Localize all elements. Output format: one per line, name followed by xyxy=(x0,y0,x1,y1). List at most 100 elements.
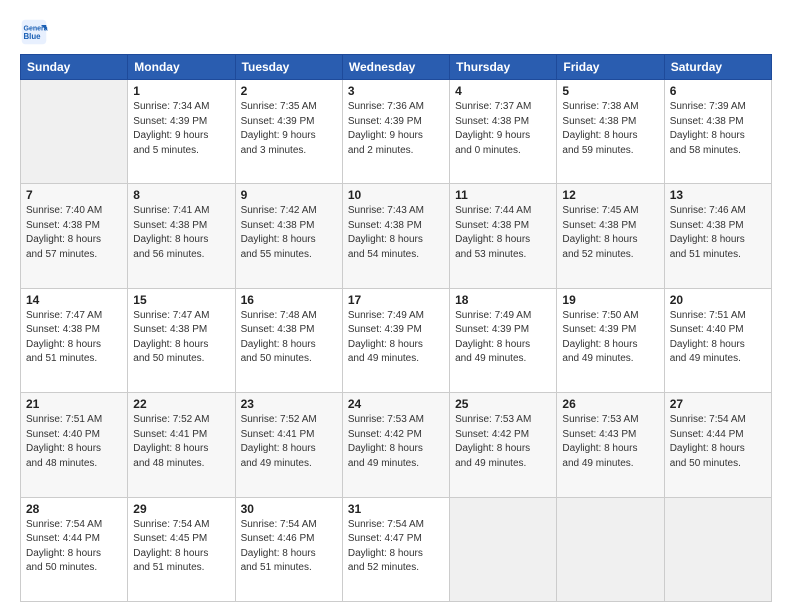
calendar-week-0: 1Sunrise: 7:34 AM Sunset: 4:39 PM Daylig… xyxy=(21,80,772,184)
day-number: 16 xyxy=(241,293,337,307)
calendar-cell: 8Sunrise: 7:41 AM Sunset: 4:38 PM Daylig… xyxy=(128,184,235,288)
calendar-table: SundayMondayTuesdayWednesdayThursdayFrid… xyxy=(20,54,772,602)
calendar-cell: 5 Sunrise: 7:38 AM Sunset: 4:38 PM Daylig… xyxy=(557,80,664,184)
day-info: Sunrise: 7:54 AM Sunset: 4:47 PM Dayligh… xyxy=(348,518,444,576)
weekday-header-thursday: Thursday xyxy=(450,55,557,80)
day-info: Sunrise: 7:51 AM Sunset: 4:40 PM Dayligh… xyxy=(670,309,766,367)
day-info: Sunrise: 7:41 AM Sunset: 4:38 PM Dayligh… xyxy=(133,204,229,262)
day-number: 9 xyxy=(241,188,337,202)
calendar-cell: 4 Sunrise: 7:37 AM Sunset: 4:38 PM Daylig… xyxy=(450,80,557,184)
day-number: 5 xyxy=(562,84,658,98)
weekday-header-sunday: Sunday xyxy=(21,55,128,80)
weekday-header-monday: Monday xyxy=(128,55,235,80)
day-info: Sunrise: 7:47 AM Sunset: 4:38 PM Dayligh… xyxy=(26,309,122,367)
weekday-header-saturday: Saturday xyxy=(664,55,771,80)
calendar-cell: 27Sunrise: 7:54 AM Sunset: 4:44 PM Dayli… xyxy=(664,393,771,497)
calendar-cell: 29 Sunrise: 7:54 AM Sunset: 4:45 PM Dayli… xyxy=(128,497,235,601)
day-info: Sunrise: 7:36 AM Sunset: 4:39 PM Dayligh… xyxy=(348,100,444,158)
calendar-cell: 26 Sunrise: 7:53 AM Sunset: 4:43 PM Dayli… xyxy=(557,393,664,497)
calendar-cell: 7 Sunrise: 7:40 AM Sunset: 4:38 PM Daylig… xyxy=(21,184,128,288)
calendar-cell: 20Sunrise: 7:51 AM Sunset: 4:40 PM Dayli… xyxy=(664,288,771,392)
day-number: 17 xyxy=(348,293,444,307)
day-info: Sunrise: 7:46 AM Sunset: 4:38 PM Dayligh… xyxy=(670,204,766,262)
day-number: 27 xyxy=(670,397,766,411)
calendar-week-4: 28Sunrise: 7:54 AM Sunset: 4:44 PM Dayli… xyxy=(21,497,772,601)
calendar-cell: 31Sunrise: 7:54 AM Sunset: 4:47 PM Dayli… xyxy=(342,497,449,601)
calendar-cell: 12Sunrise: 7:45 AM Sunset: 4:38 PM Dayli… xyxy=(557,184,664,288)
svg-text:Blue: Blue xyxy=(24,32,42,41)
day-number: 22 xyxy=(133,397,229,411)
day-info: Sunrise: 7:37 AM Sunset: 4:38 PM Dayligh… xyxy=(455,100,551,158)
day-number: 3 xyxy=(348,84,444,98)
logo-icon: General Blue xyxy=(20,18,48,46)
day-number: 26 xyxy=(562,397,658,411)
day-number: 15 xyxy=(133,293,229,307)
calendar-cell xyxy=(664,497,771,601)
logo: General Blue xyxy=(20,18,52,46)
calendar-week-1: 7 Sunrise: 7:40 AM Sunset: 4:38 PM Daylig… xyxy=(21,184,772,288)
calendar-cell: 18Sunrise: 7:49 AM Sunset: 4:39 PM Dayli… xyxy=(450,288,557,392)
weekday-header-friday: Friday xyxy=(557,55,664,80)
day-number: 1 xyxy=(133,84,229,98)
day-info: Sunrise: 7:54 AM Sunset: 4:45 PM Dayligh… xyxy=(133,518,229,576)
calendar-cell: 1Sunrise: 7:34 AM Sunset: 4:39 PM Daylig… xyxy=(128,80,235,184)
calendar-cell: 22 Sunrise: 7:52 AM Sunset: 4:41 PM Dayli… xyxy=(128,393,235,497)
day-number: 18 xyxy=(455,293,551,307)
calendar-header: SundayMondayTuesdayWednesdayThursdayFrid… xyxy=(21,55,772,80)
day-number: 30 xyxy=(241,502,337,516)
calendar-cell: 9 Sunrise: 7:42 AM Sunset: 4:38 PM Daylig… xyxy=(235,184,342,288)
day-number: 25 xyxy=(455,397,551,411)
calendar-cell xyxy=(21,80,128,184)
calendar-cell: 11 Sunrise: 7:44 AM Sunset: 4:38 PM Dayli… xyxy=(450,184,557,288)
calendar-cell: 30 Sunrise: 7:54 AM Sunset: 4:46 PM Dayli… xyxy=(235,497,342,601)
day-number: 11 xyxy=(455,188,551,202)
calendar-cell xyxy=(450,497,557,601)
calendar-cell: 21 Sunrise: 7:51 AM Sunset: 4:40 PM Dayli… xyxy=(21,393,128,497)
day-info: Sunrise: 7:44 AM Sunset: 4:38 PM Dayligh… xyxy=(455,204,551,262)
day-info: Sunrise: 7:47 AM Sunset: 4:38 PM Dayligh… xyxy=(133,309,229,367)
calendar-cell: 10Sunrise: 7:43 AM Sunset: 4:38 PM Dayli… xyxy=(342,184,449,288)
day-info: Sunrise: 7:49 AM Sunset: 4:39 PM Dayligh… xyxy=(348,309,444,367)
day-number: 13 xyxy=(670,188,766,202)
day-info: Sunrise: 7:53 AM Sunset: 4:42 PM Dayligh… xyxy=(455,413,551,471)
weekday-header-wednesday: Wednesday xyxy=(342,55,449,80)
day-number: 2 xyxy=(241,84,337,98)
day-number: 4 xyxy=(455,84,551,98)
day-info: Sunrise: 7:52 AM Sunset: 4:41 PM Dayligh… xyxy=(241,413,337,471)
day-number: 29 xyxy=(133,502,229,516)
calendar-cell: 15 Sunrise: 7:47 AM Sunset: 4:38 PM Dayli… xyxy=(128,288,235,392)
calendar-cell: 16 Sunrise: 7:48 AM Sunset: 4:38 PM Dayli… xyxy=(235,288,342,392)
calendar-cell: 25 Sunrise: 7:53 AM Sunset: 4:42 PM Dayli… xyxy=(450,393,557,497)
day-info: Sunrise: 7:53 AM Sunset: 4:42 PM Dayligh… xyxy=(348,413,444,471)
day-info: Sunrise: 7:53 AM Sunset: 4:43 PM Dayligh… xyxy=(562,413,658,471)
weekday-header-tuesday: Tuesday xyxy=(235,55,342,80)
calendar-cell: 14Sunrise: 7:47 AM Sunset: 4:38 PM Dayli… xyxy=(21,288,128,392)
day-info: Sunrise: 7:52 AM Sunset: 4:41 PM Dayligh… xyxy=(133,413,229,471)
calendar-body: 1Sunrise: 7:34 AM Sunset: 4:39 PM Daylig… xyxy=(21,80,772,602)
day-info: Sunrise: 7:42 AM Sunset: 4:38 PM Dayligh… xyxy=(241,204,337,262)
calendar-cell: 3 Sunrise: 7:36 AM Sunset: 4:39 PM Daylig… xyxy=(342,80,449,184)
day-info: Sunrise: 7:48 AM Sunset: 4:38 PM Dayligh… xyxy=(241,309,337,367)
calendar-cell: 17 Sunrise: 7:49 AM Sunset: 4:39 PM Dayli… xyxy=(342,288,449,392)
day-info: Sunrise: 7:51 AM Sunset: 4:40 PM Dayligh… xyxy=(26,413,122,471)
day-number: 21 xyxy=(26,397,122,411)
day-number: 12 xyxy=(562,188,658,202)
calendar-cell: 24 Sunrise: 7:53 AM Sunset: 4:42 PM Dayli… xyxy=(342,393,449,497)
calendar-cell: 23 Sunrise: 7:52 AM Sunset: 4:41 PM Dayli… xyxy=(235,393,342,497)
day-number: 23 xyxy=(241,397,337,411)
calendar-cell: 6 Sunrise: 7:39 AM Sunset: 4:38 PM Daylig… xyxy=(664,80,771,184)
day-number: 7 xyxy=(26,188,122,202)
day-info: Sunrise: 7:38 AM Sunset: 4:38 PM Dayligh… xyxy=(562,100,658,158)
day-info: Sunrise: 7:35 AM Sunset: 4:39 PM Dayligh… xyxy=(241,100,337,158)
calendar-week-2: 14Sunrise: 7:47 AM Sunset: 4:38 PM Dayli… xyxy=(21,288,772,392)
calendar-week-3: 21 Sunrise: 7:51 AM Sunset: 4:40 PM Dayli… xyxy=(21,393,772,497)
day-info: Sunrise: 7:50 AM Sunset: 4:39 PM Dayligh… xyxy=(562,309,658,367)
day-info: Sunrise: 7:54 AM Sunset: 4:46 PM Dayligh… xyxy=(241,518,337,576)
day-info: Sunrise: 7:40 AM Sunset: 4:38 PM Dayligh… xyxy=(26,204,122,262)
calendar-cell: 19Sunrise: 7:50 AM Sunset: 4:39 PM Dayli… xyxy=(557,288,664,392)
day-number: 6 xyxy=(670,84,766,98)
calendar-cell: 28Sunrise: 7:54 AM Sunset: 4:44 PM Dayli… xyxy=(21,497,128,601)
day-info: Sunrise: 7:39 AM Sunset: 4:38 PM Dayligh… xyxy=(670,100,766,158)
day-number: 24 xyxy=(348,397,444,411)
calendar-cell: 13 Sunrise: 7:46 AM Sunset: 4:38 PM Dayli… xyxy=(664,184,771,288)
